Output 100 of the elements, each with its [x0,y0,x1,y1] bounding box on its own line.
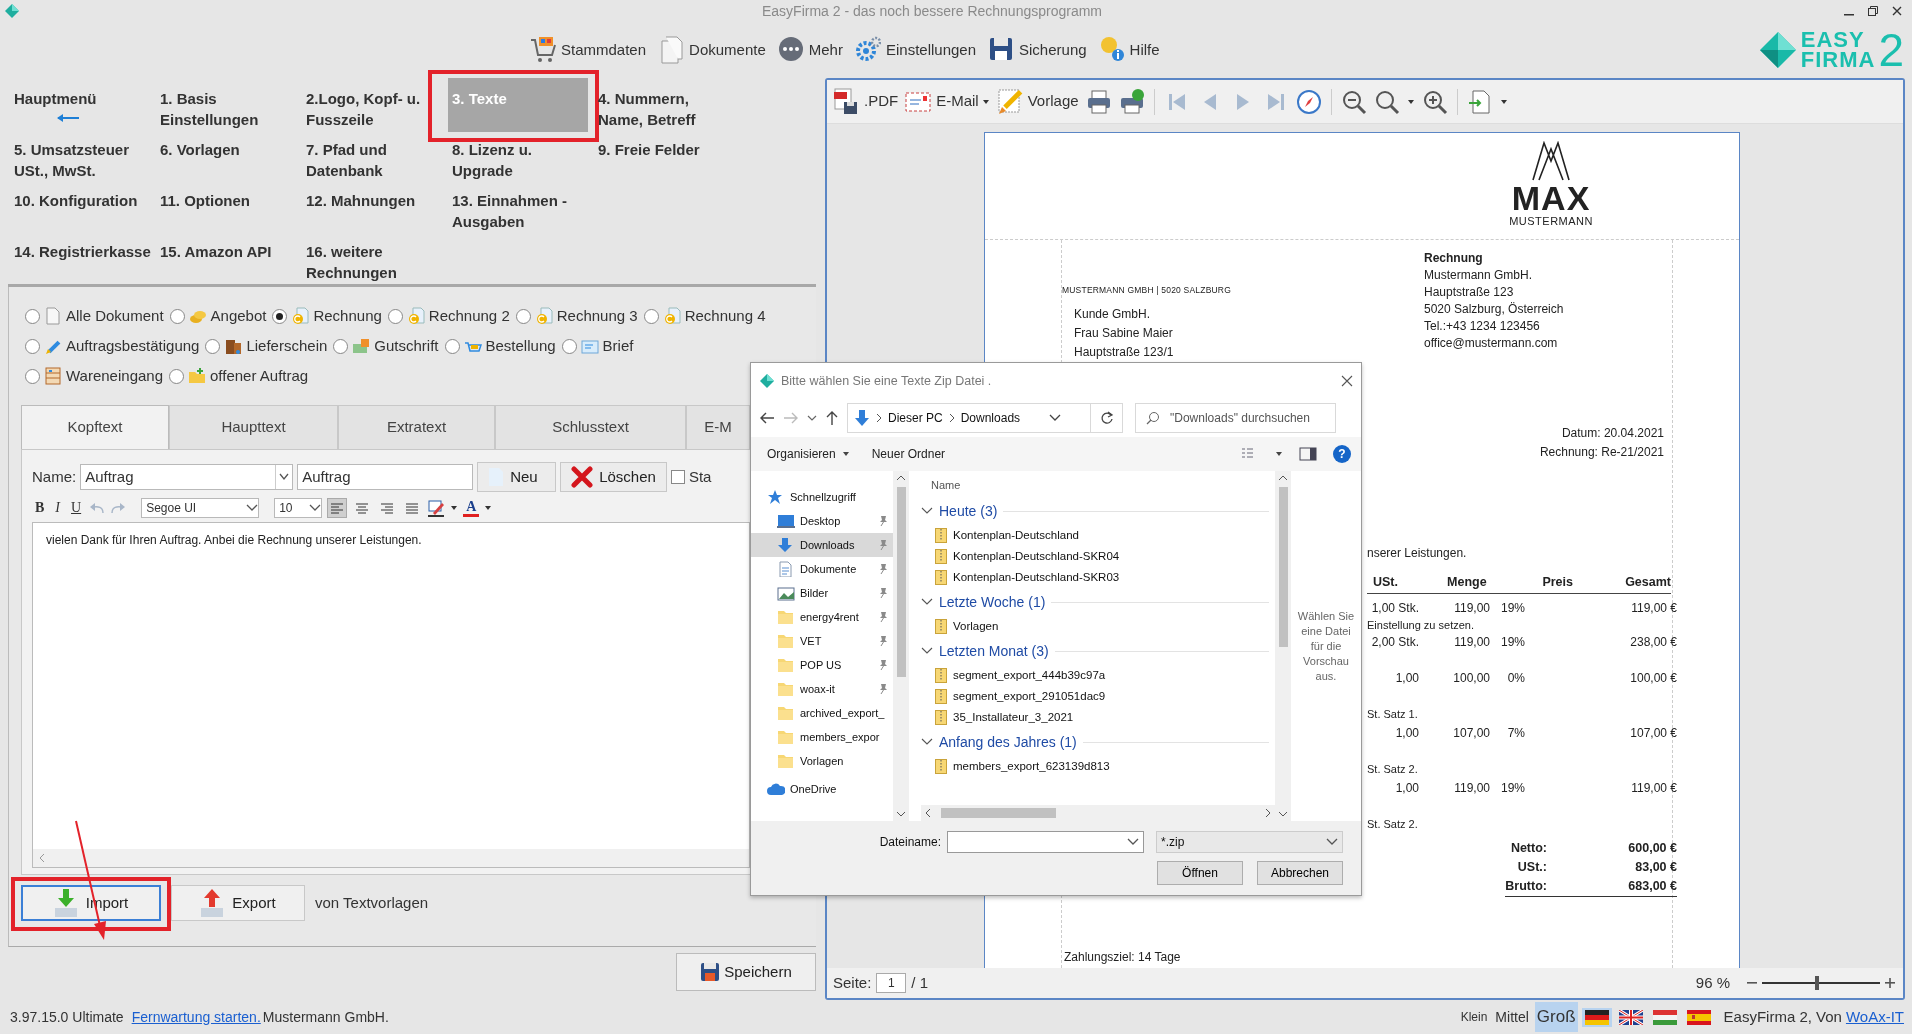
toolbar-button[interactable]: Stammdaten [530,36,647,64]
menu-item[interactable]: 8. Lizenz u. Upgrade [448,137,594,183]
radio-button[interactable] [561,338,577,354]
document-type-option[interactable]: Auftragsbestätigung [25,334,200,358]
radio-button[interactable] [272,308,288,324]
alignment-button[interactable] [327,498,348,518]
checkbox[interactable] [670,470,685,484]
nav-item[interactable]: Desktop [751,509,893,533]
nav-item[interactable]: Vorlagen [751,749,893,773]
tab[interactable]: Extratext [338,405,495,449]
menu-item[interactable]: 15. Amazon API [156,239,276,264]
radio-button[interactable] [25,368,40,384]
nav-item[interactable]: Bilder [751,581,893,605]
document-type-option[interactable]: Alle Dokument [25,304,164,328]
nav-item[interactable]: Dokumente [751,557,893,581]
command-button[interactable]: Organisieren [767,445,850,463]
group-header[interactable]: Letzten Monat (3) [921,637,1269,665]
menu-item[interactable]: 5. Umsatzsteuer USt., MwSt. [10,137,156,183]
save-button[interactable]: Speichern [676,953,816,991]
breadcrumb-item[interactable]: Dieser PC [888,409,943,427]
title-field[interactable]: Auftrag [297,464,474,490]
menu-item[interactable]: 7. Pfad und Datenbank [302,137,448,183]
tab[interactable]: Kopftext [21,405,169,449]
menu-item[interactable]: 11. Optionen [156,188,254,213]
document-type-option[interactable]: Bestellung [444,334,556,358]
toolbar-button[interactable]: Hilfe [1098,36,1160,64]
toolbar-button[interactable]: Vorlage [996,87,1079,116]
toolbar-button[interactable]: Dokumente [658,36,766,64]
menu-item[interactable]: 9. Freie Felder [594,137,704,162]
nav-item[interactable]: energy4rent [751,605,893,629]
radio-button[interactable] [643,308,659,324]
page-export-icon[interactable] [1466,88,1493,115]
document-type-option[interactable]: Rechnung [272,304,382,328]
menu-item[interactable]: 2.Logo, Kopf- u. Fusszeile [302,86,448,132]
undo-icon[interactable] [89,502,106,514]
radio-button[interactable] [25,308,40,324]
file-item[interactable]: Kontenplan-Deutschland-SKR04 [921,546,1275,567]
scrollbar-thumb[interactable] [896,487,906,677]
font-dropdown[interactable]: Segoe UI [141,498,260,518]
nav-item[interactable]: Schnellzugriff [751,485,893,509]
radio-button[interactable] [515,308,531,324]
delete-button[interactable]: Löschen [560,462,667,492]
dialog-button[interactable]: Öffnen [1157,861,1243,885]
help-button[interactable]: ? [1333,445,1351,463]
back-icon[interactable] [759,411,775,425]
menu-item[interactable]: 13. Einnahmen - Ausgaben [448,188,594,234]
checkbox-option[interactable]: Sta [670,465,712,489]
document-type-option[interactable]: offener Auftrag [169,364,309,388]
tab[interactable]: Schlusstext [495,405,686,449]
radio-button[interactable] [333,338,349,354]
size-option[interactable]: Klein [1458,1006,1490,1028]
preview-pane-icon[interactable] [1299,447,1317,461]
refresh-icon[interactable] [1099,411,1114,425]
radio-button[interactable] [387,308,403,324]
italic-button[interactable]: I [52,498,63,518]
restore-icon[interactable] [1868,6,1878,16]
tab[interactable]: Haupttext [169,405,338,449]
menu-item[interactable]: 6. Vorlagen [156,137,244,162]
up-arrow-icon[interactable] [825,410,839,426]
scrollbar-thumb[interactable] [941,808,1056,818]
nav-item[interactable]: OneDrive [751,777,893,801]
toolbar-button[interactable]: E-Mail [905,87,990,116]
tab[interactable]: E-M [686,405,750,449]
breadcrumb-item[interactable]: Downloads [960,409,1021,427]
document-type-option[interactable]: Gutschrift [333,334,439,358]
remote-support-link[interactable]: Fernwartung starten. [131,1006,261,1028]
search-field[interactable]: "Downloads" durchsuchen [1135,403,1336,433]
menu-item[interactable]: 12. Mahnungen [302,188,420,213]
document-type-option[interactable]: Rechnung 2 [387,304,510,328]
close-icon[interactable] [1341,375,1353,387]
nav-item[interactable]: POP US [751,653,893,677]
file-item[interactable]: 35_Installateur_3_2021 [921,707,1275,728]
export-button[interactable]: Export [171,885,305,921]
forward-icon[interactable] [783,411,799,425]
document-type-option[interactable]: Lieferschein [205,334,328,358]
document-type-option[interactable]: Rechnung 3 [515,304,638,328]
highlighter-icon[interactable] [427,499,446,517]
zoom-out-icon[interactable] [1340,88,1367,115]
printer-icon[interactable] [1085,88,1112,115]
new-button[interactable]: Neu [477,462,557,492]
group-header[interactable]: Anfang des Jahres (1) [921,728,1269,756]
plus-icon[interactable] [1885,978,1895,988]
font-color-button[interactable]: A [463,499,480,517]
radio-button[interactable] [169,308,185,324]
toolbar-button[interactable]: .PDF [833,87,899,116]
chevron-down-icon[interactable] [807,414,817,422]
nav-item[interactable]: woax-it [751,677,893,701]
text-editor[interactable]: vielen Dank für Ihren Auftrag. Anbei die Rechnung unserer Leistungen. [32,522,750,868]
dialog-button[interactable]: Abbrechen [1257,861,1343,885]
file-type-dropdown[interactable]: *.zip [1156,831,1343,853]
nav-item[interactable]: members_expor [751,725,893,749]
document-type-option[interactable]: Rechnung 4 [643,304,766,328]
zoom-in-icon[interactable] [1421,88,1448,115]
bold-button[interactable]: B [32,498,48,518]
font-size-dropdown[interactable]: 10 [274,498,323,518]
menu-item[interactable]: 16. weitere Rechnungen [302,239,448,285]
toolbar-button[interactable]: Einstellungen [854,36,977,64]
menu-item[interactable]: 14. Registrierkasse [10,239,155,264]
page-number-field[interactable]: 1 [876,973,907,993]
file-item[interactable]: Vorlagen [921,616,1275,637]
